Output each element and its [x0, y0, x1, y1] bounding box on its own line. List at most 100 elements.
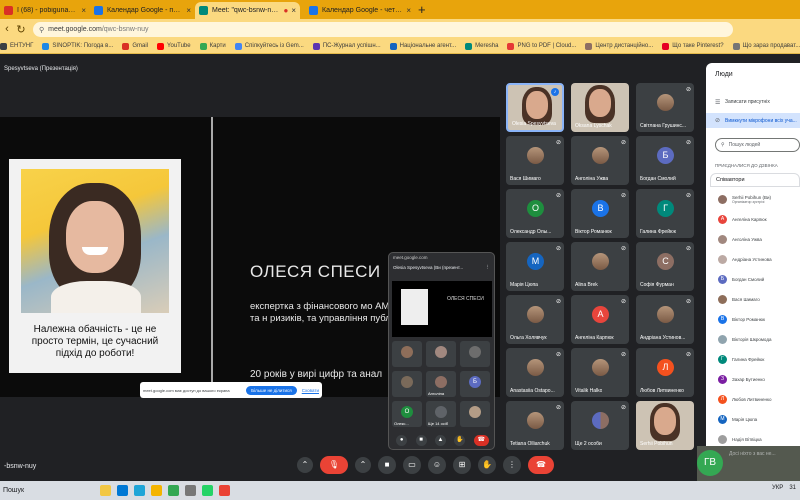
- end-call-icon[interactable]: ☎: [473, 434, 489, 446]
- people-search-input[interactable]: ⚲ Пошук людей: [715, 138, 800, 152]
- participant-tile[interactable]: ⊘ Вася Шимаго: [506, 136, 564, 185]
- bookmark[interactable]: PNG to PDF | Cloud...: [507, 42, 576, 50]
- participant-tile[interactable]: Г ⊘ Галина Фрейюк: [636, 189, 694, 238]
- end-call-button[interactable]: ☎: [528, 456, 554, 474]
- new-tab-button[interactable]: +: [418, 2, 426, 17]
- pip-participant-tile[interactable]: Анголіна: [426, 371, 456, 397]
- present-icon[interactable]: ▲: [434, 434, 446, 446]
- participant-tile[interactable]: Serhii Pobihun: [636, 401, 694, 450]
- close-tab-icon[interactable]: ×: [81, 6, 86, 15]
- bookmark[interactable]: Спілкуйтесь із Gem...: [234, 42, 304, 50]
- participant-tile[interactable]: ⊘ Anastasiia Ostapo...: [506, 348, 564, 397]
- chrome-icon[interactable]: [168, 485, 179, 496]
- bookmark[interactable]: SINOPTIK: Погода в...: [42, 42, 113, 50]
- participant-tile[interactable]: Б ⊘ Богдан Смолий: [636, 136, 694, 185]
- pip-participant-tile[interactable]: Ще 14 осіб: [426, 401, 456, 427]
- bookmark[interactable]: Gmail: [122, 42, 148, 50]
- participant-tile[interactable]: ⊘ Анголіна Ужва: [571, 136, 629, 185]
- hide-notice-link[interactable]: Сховати: [302, 388, 319, 393]
- people-list-item[interactable]: Андріана Устинова: [718, 253, 772, 266]
- pip-participant-tile[interactable]: [392, 341, 422, 367]
- participant-tile[interactable]: Oksana Lyschak: [571, 83, 629, 132]
- people-list-item[interactable]: Анголіна Ужва: [718, 233, 762, 246]
- browser-tab[interactable]: Календар Google - четвер, 3 с ×: [305, 2, 415, 19]
- people-list-item[interactable]: Вася Шимаго: [718, 293, 760, 306]
- pip-participant-tile[interactable]: [426, 341, 456, 367]
- address-bar[interactable]: ⚲ meet.google.com /qwc-bsnw-nuy: [33, 22, 733, 37]
- participant-tile[interactable]: О ⊘ Олександр Олы...: [506, 189, 564, 238]
- chrome-icon[interactable]: [219, 485, 230, 496]
- cohosts-group-header[interactable]: Співавтори: [710, 173, 800, 187]
- present-button[interactable]: ⊞: [453, 456, 471, 474]
- participant-tile[interactable]: ⊘ Світлана Грушинс...: [636, 83, 694, 132]
- pip-participant-tile[interactable]: О Олекс...: [392, 401, 422, 427]
- participant-tile[interactable]: ♪ Olesia Spesyvtseva: [506, 83, 564, 132]
- bookmark[interactable]: Карти: [199, 42, 226, 50]
- bookmark[interactable]: Що зараз продават...: [732, 42, 800, 50]
- stop-sharing-button[interactable]: Більше не ділитися: [246, 385, 297, 395]
- camera-icon[interactable]: ■: [415, 434, 427, 446]
- people-list-item[interactable]: Г Галина Фрейюк: [718, 353, 764, 366]
- people-list-item[interactable]: Serhii Pobihun (Ви) Організатор зустрічі: [718, 193, 771, 206]
- pip-participant-tile[interactable]: Б: [460, 371, 490, 397]
- participant-tile[interactable]: А ⊘ Ангеліна Карпюк: [571, 295, 629, 344]
- participant-tile[interactable]: ⊘ Андріана Устинов...: [636, 295, 694, 344]
- participant-tile[interactable]: Л ⊘ Любов Литвиненко: [636, 348, 694, 397]
- camera-button[interactable]: ■: [378, 456, 396, 474]
- browser-tab[interactable]: ї (68) - pobigunang@g... ×: [0, 2, 90, 19]
- bookmark[interactable]: Центр дистанційно...: [585, 42, 653, 50]
- widgets-icon[interactable]: [100, 485, 111, 496]
- people-list-item[interactable]: М Марія Цюпа: [718, 413, 757, 426]
- close-tab-icon[interactable]: ×: [186, 6, 191, 15]
- more-options-button[interactable]: ⋮: [503, 456, 521, 474]
- back-icon[interactable]: ‹: [0, 23, 14, 35]
- people-list-item[interactable]: В Віктор Романюк: [718, 313, 765, 326]
- people-list-item[interactable]: Вікторія Шкромода: [718, 333, 771, 346]
- pip-participant-tile[interactable]: [392, 371, 422, 397]
- people-list-item[interactable]: Б Богдан Смолий: [718, 273, 764, 286]
- explorer-icon[interactable]: [151, 485, 162, 496]
- close-tab-icon[interactable]: ×: [291, 6, 296, 15]
- participant-tile[interactable]: ⊘ Alina Brek: [571, 242, 629, 291]
- language-indicator[interactable]: УКР: [772, 485, 783, 491]
- taskbar-search[interactable]: Пошук: [0, 487, 100, 494]
- pip-participant-tile[interactable]: [460, 401, 490, 427]
- bookmark[interactable]: ЕНТУНГ: [0, 42, 33, 50]
- chevron-up-icon[interactable]: ⌃: [297, 457, 313, 473]
- participant-tile[interactable]: ⊘ Ольга Холявчук: [506, 295, 564, 344]
- mic-off-button[interactable]: 🎙: [320, 456, 348, 474]
- picture-in-picture-window[interactable]: meet.google.com Olesia Spesyvtseva (Ви (…: [388, 252, 495, 450]
- whatsapp-icon[interactable]: [202, 485, 213, 496]
- participant-tile[interactable]: ⊘ Ще 2 особи: [571, 401, 629, 450]
- browser-tab-active[interactable]: Meet: "qwc-bsnw-nuy" ● ×: [195, 2, 300, 19]
- record-attendance-button[interactable]: ☰ Записати присутніх: [706, 95, 800, 109]
- bookmark[interactable]: ПС-Журнал успішн...: [312, 42, 381, 50]
- mic-icon[interactable]: ●: [396, 434, 408, 446]
- participant-tile[interactable]: М ⊘ Марія Цюпа: [506, 242, 564, 291]
- participant-tile[interactable]: В ⊘ Віктор Романюк: [571, 189, 629, 238]
- people-list-item[interactable]: Надія Вітвіцка: [718, 433, 762, 446]
- more-icon[interactable]: ⋮: [486, 264, 491, 270]
- emoji-button[interactable]: ☺: [428, 456, 446, 474]
- participant-tile[interactable]: С ⊘ Софія Фурман: [636, 242, 694, 291]
- people-list-item[interactable]: З Захар Бутиенко: [718, 373, 765, 386]
- participant-tile[interactable]: ⊘ Tetiana Olliarchuk: [506, 401, 564, 450]
- participant-tile[interactable]: ⊘ Vitalik Halko: [571, 348, 629, 397]
- people-list-item[interactable]: Л Любов Литвиненко: [718, 393, 771, 406]
- bookmark[interactable]: Національне агент...: [389, 42, 456, 50]
- start-icon[interactable]: [117, 485, 128, 496]
- reload-icon[interactable]: ↻: [14, 23, 28, 36]
- people-list-item[interactable]: А Ангеліна Карпюк: [718, 213, 767, 226]
- bookmark[interactable]: YouTube: [157, 42, 191, 50]
- raise-hand-button[interactable]: ✋: [478, 456, 496, 474]
- bookmark[interactable]: Mereshа: [465, 42, 498, 50]
- app-icon[interactable]: [185, 485, 196, 496]
- close-tab-icon[interactable]: ×: [406, 6, 411, 15]
- site-info-icon[interactable]: ⚲: [39, 26, 44, 34]
- browser-tab[interactable]: Календар Google - понеділок ×: [90, 2, 195, 19]
- captions-button[interactable]: ▭: [403, 456, 421, 474]
- pip-participant-tile[interactable]: [460, 341, 490, 367]
- edge-icon[interactable]: [134, 485, 145, 496]
- clock[interactable]: 31: [789, 485, 796, 491]
- chevron-up-icon[interactable]: ⌃: [355, 457, 371, 473]
